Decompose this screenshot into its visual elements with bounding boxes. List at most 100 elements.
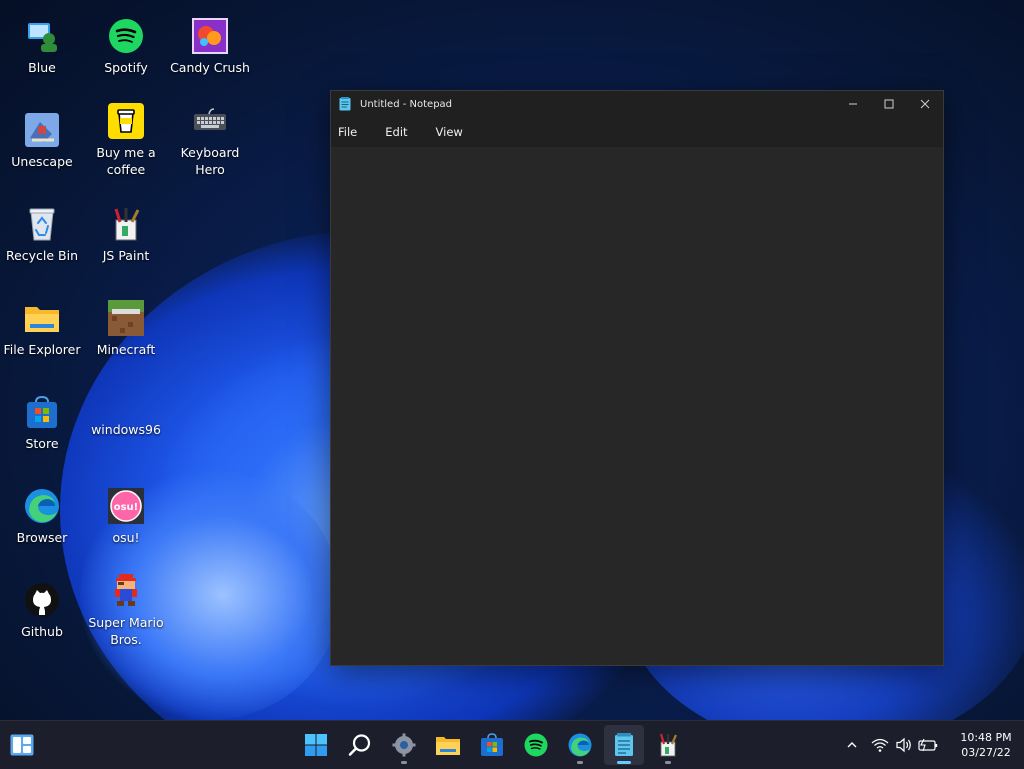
taskbar: 10:48 PM 03/27/22 — [0, 720, 1024, 769]
desktop-icon-label: Browser — [16, 530, 68, 545]
taskbar-store[interactable] — [472, 725, 512, 765]
desktop-icon-label: Candy Crush — [170, 60, 250, 75]
battery-button[interactable] — [916, 733, 940, 757]
desktop-icon-github[interactable]: Github — [0, 582, 84, 640]
store-icon — [481, 733, 503, 756]
close-button[interactable] — [907, 91, 943, 117]
desktop-icon-label: Store — [25, 436, 59, 451]
volume-icon — [896, 737, 911, 753]
desktop-icon-label: JS Paint — [102, 248, 150, 263]
battery-icon — [918, 738, 938, 752]
desktop-icon-label: windows96 — [91, 422, 161, 437]
store-icon — [24, 394, 60, 430]
desktop-icon-buy-me-a-coffee[interactable]: Buy me a coffee — [84, 103, 168, 178]
minimize-icon — [849, 103, 857, 105]
window-title: Untitled - Notepad — [360, 98, 453, 110]
desktop-icon-super-mario-bros[interactable]: Super Mario Bros. — [84, 573, 168, 648]
widgets-button[interactable] — [10, 734, 34, 756]
clock-date: 03/27/22 — [961, 746, 1011, 759]
search-button[interactable] — [340, 725, 380, 765]
active-indicator — [617, 761, 631, 764]
osu-badge-text: osu! — [114, 502, 139, 513]
menu-file[interactable]: File — [331, 125, 364, 139]
desktop-icon-label: Blue — [28, 60, 56, 75]
taskbar-file-explorer[interactable] — [428, 725, 468, 765]
menu-edit[interactable]: Edit — [378, 125, 414, 139]
folder-icon — [436, 737, 460, 755]
taskbar-pinned-apps — [296, 725, 692, 765]
gear-icon — [392, 733, 416, 757]
desktop-icon-label: osu! — [112, 530, 140, 545]
desktop-icon-file-explorer[interactable]: File Explorer — [0, 300, 84, 358]
keyboard-icon — [192, 103, 228, 139]
desktop-icon-label: File Explorer — [3, 342, 81, 357]
wifi-button[interactable] — [868, 733, 892, 757]
running-indicator — [401, 761, 407, 764]
paint-brushes-icon — [659, 733, 678, 757]
widgets-icon — [10, 734, 34, 756]
desktop-icon-browser[interactable]: Browser — [0, 488, 84, 546]
wifi-icon — [871, 738, 889, 752]
chevron-up-icon — [847, 742, 857, 748]
notepad-window[interactable]: Untitled - Notepad File Edit View — [330, 90, 944, 666]
desktop-icon-blue[interactable]: Blue — [0, 18, 84, 76]
notepad-icon — [615, 733, 633, 756]
desktop-icon-recycle-bin[interactable]: Recycle Bin — [0, 206, 84, 264]
folder-icon — [24, 300, 60, 336]
spotify-icon — [108, 18, 144, 54]
desktop-icon-minecraft[interactable]: Minecraft — [84, 300, 168, 358]
github-icon — [24, 582, 60, 618]
maximize-button[interactable] — [871, 91, 907, 117]
desktop-icon-candy-crush[interactable]: Candy Crush — [168, 18, 252, 76]
taskbar-edge[interactable] — [560, 725, 600, 765]
desktop-icon-unescape[interactable]: Unescape — [0, 112, 84, 170]
show-hidden-icons-button[interactable] — [840, 733, 864, 757]
notepad-icon — [339, 97, 351, 111]
taskbar-settings[interactable] — [384, 725, 424, 765]
taskbar-spotify[interactable] — [516, 725, 556, 765]
desktop-icon-label: Super Mario Bros. — [88, 615, 164, 647]
spotify-icon — [524, 733, 548, 757]
blue-icon — [24, 18, 60, 54]
desktop-icon-js-paint[interactable]: JS Paint — [84, 206, 168, 264]
start-button[interactable] — [296, 725, 336, 765]
search-icon — [348, 734, 371, 756]
coffee-cup-icon — [108, 103, 144, 139]
edge-icon — [568, 733, 592, 757]
system-tray: 10:48 PM 03/27/22 — [840, 721, 1024, 769]
desktop-icon-label: Minecraft — [96, 342, 156, 357]
running-indicator — [577, 761, 583, 764]
clock-time: 10:48 PM — [960, 731, 1012, 744]
desktop-icon-label: Recycle Bin — [5, 248, 79, 263]
title-bar[interactable]: Untitled - Notepad — [331, 91, 943, 117]
desktop-icon-osu[interactable]: osu! osu! — [84, 488, 168, 546]
taskbar-clock[interactable]: 10:48 PM 03/27/22 — [948, 730, 1024, 760]
desktop-icon-label: Spotify — [104, 60, 148, 75]
taskbar-notepad[interactable] — [604, 725, 644, 765]
close-icon — [920, 99, 930, 109]
edge-icon — [24, 488, 60, 524]
mario-icon — [108, 573, 144, 609]
taskbar-js-paint[interactable] — [648, 725, 688, 765]
desktop-icon-label: Unescape — [11, 154, 73, 169]
desktop-icon-windows96[interactable]: windows96 — [84, 394, 168, 438]
maximize-icon — [884, 99, 894, 109]
menu-bar: File Edit View — [331, 117, 943, 147]
desktop-icon-label: Keyboard Hero — [180, 145, 240, 177]
running-indicator — [665, 761, 671, 764]
desktop-icon-label: Buy me a coffee — [96, 145, 156, 177]
minecraft-icon — [108, 300, 144, 336]
candy-crush-icon — [192, 18, 228, 54]
recycle-bin-icon — [24, 206, 60, 242]
desktop-icon-store[interactable]: Store — [0, 394, 84, 452]
volume-button[interactable] — [892, 733, 916, 757]
unescape-icon — [24, 112, 60, 148]
text-editor-area[interactable] — [331, 147, 943, 665]
desktop-icon-keyboard-hero[interactable]: Keyboard Hero — [168, 103, 252, 178]
osu-icon: osu! — [108, 488, 144, 524]
windows-logo-icon — [305, 734, 327, 756]
menu-view[interactable]: View — [429, 125, 470, 139]
minimize-button[interactable] — [835, 91, 871, 117]
desktop-icon-spotify[interactable]: Spotify — [84, 18, 168, 76]
paint-brushes-icon — [108, 206, 144, 242]
